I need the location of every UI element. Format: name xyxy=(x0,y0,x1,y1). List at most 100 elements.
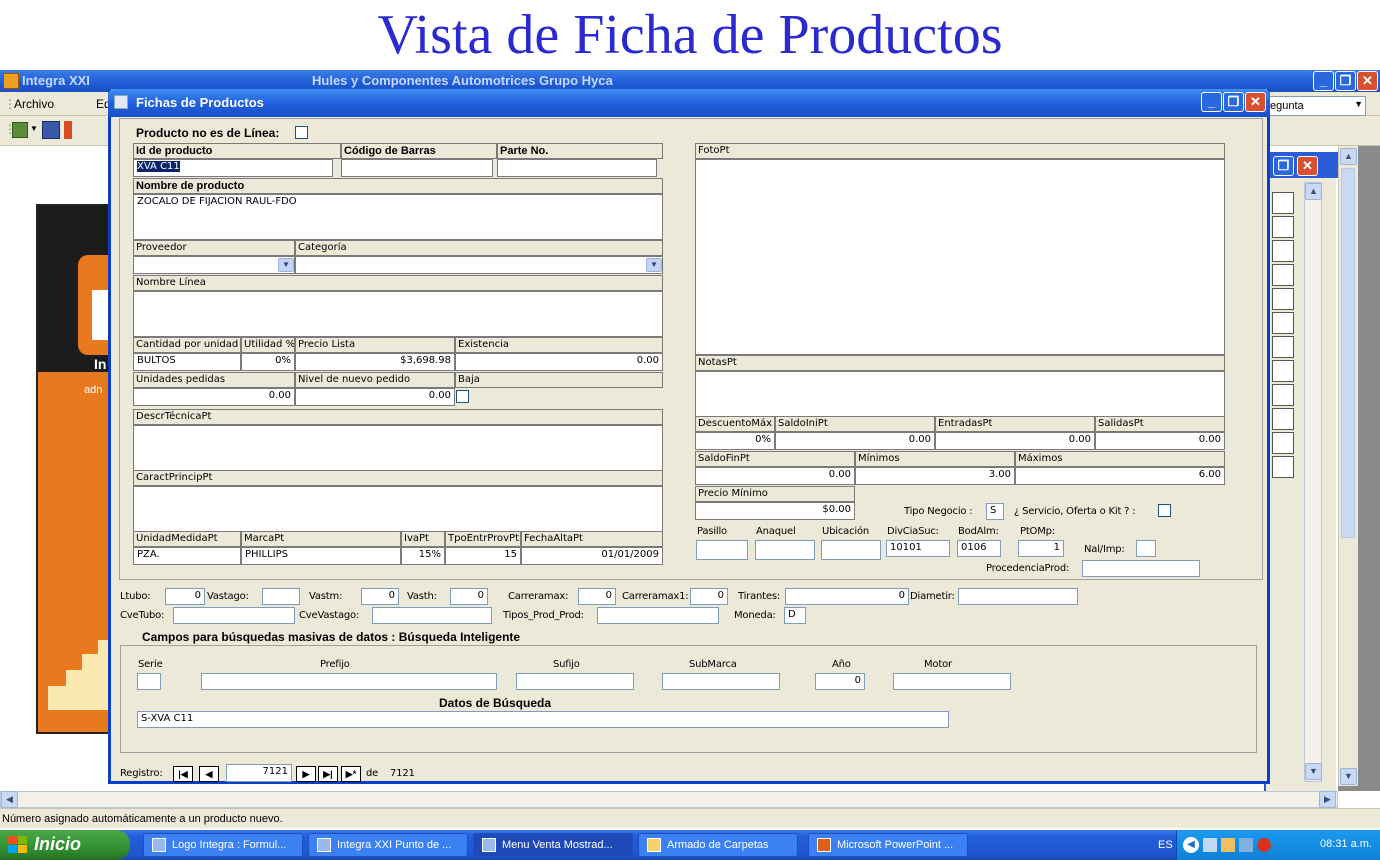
max-disc-field[interactable]: 0% xyxy=(695,432,775,450)
id-field[interactable]: XVA C11 xyxy=(133,159,333,177)
sufijo-field[interactable] xyxy=(516,673,634,690)
first-record-icon[interactable]: |◀ xyxy=(173,766,193,782)
minimize-icon[interactable]: _ xyxy=(1313,71,1334,91)
tech-desc-field[interactable] xyxy=(133,425,663,471)
list-price-field[interactable]: $3,698.98 xyxy=(295,353,455,371)
tirantes-field[interactable]: 0 xyxy=(785,588,909,605)
date-high-field[interactable]: 01/01/2009 xyxy=(521,547,663,565)
chevron-down-icon[interactable]: ▼ xyxy=(646,258,662,272)
start-button[interactable]: Inicio xyxy=(0,830,130,860)
scroll-thumb[interactable] xyxy=(1341,168,1355,538)
location-field[interactable] xyxy=(821,540,881,560)
security-icon[interactable] xyxy=(1257,838,1271,852)
task-armado-carpetas[interactable]: Armado de Carpetas xyxy=(638,833,798,857)
scroll-up-icon[interactable]: ▲ xyxy=(1340,148,1357,165)
carreramax-field[interactable]: 0 xyxy=(578,588,616,605)
notes-field[interactable] xyxy=(695,371,1225,417)
bg-restore-icon[interactable]: ❐ xyxy=(1273,156,1294,176)
bg-window-scrollbar[interactable]: ▲ ▼ xyxy=(1304,182,1322,782)
task-menu-venta[interactable]: Menu Venta Mostrad... xyxy=(473,833,633,857)
scroll-down-icon[interactable]: ▼ xyxy=(1305,763,1322,780)
unit-measure-field[interactable]: PZA. xyxy=(133,547,241,565)
bg-list-item[interactable] xyxy=(1272,264,1294,286)
bg-list-item[interactable] xyxy=(1272,216,1294,238)
bg-list-item[interactable] xyxy=(1272,288,1294,310)
clock[interactable]: 08:31 a.m. xyxy=(1320,838,1372,850)
moneda-field[interactable]: D xyxy=(784,607,806,624)
close-icon[interactable]: ✕ xyxy=(1245,92,1266,112)
shelf-field[interactable] xyxy=(755,540,815,560)
app-horizontal-scrollbar[interactable]: ◀ ▶ xyxy=(0,791,1338,808)
cvetubo-field[interactable] xyxy=(173,607,295,624)
iva-field[interactable]: 15% xyxy=(401,547,445,565)
aisle-field[interactable] xyxy=(696,540,748,560)
record-number-field[interactable]: 7121 xyxy=(226,764,292,782)
entries-field[interactable]: 0.00 xyxy=(935,432,1095,450)
vastago-field[interactable] xyxy=(262,588,300,605)
qty-unit-field[interactable]: BULTOS xyxy=(133,353,241,371)
final-bal-field[interactable]: 0.00 xyxy=(695,467,855,485)
exits-field[interactable]: 0.00 xyxy=(1095,432,1225,450)
bg-close-icon[interactable]: ✕ xyxy=(1297,156,1318,176)
toolbar-overflow-icon[interactable] xyxy=(64,121,72,139)
task-integra-xxi[interactable]: Integra XXI Punto de ... xyxy=(308,833,468,857)
brand-field[interactable]: PHILLIPS xyxy=(241,547,401,565)
vasth-field[interactable]: 0 xyxy=(450,588,488,605)
language-indicator[interactable]: ES xyxy=(1158,839,1173,851)
datos-busqueda-field[interactable]: S-XVA C11 xyxy=(137,711,949,728)
scroll-left-icon[interactable]: ◀ xyxy=(1,791,18,808)
bg-list-item[interactable] xyxy=(1272,312,1294,334)
dropdown-arrow-icon[interactable]: ▼ xyxy=(1354,99,1363,109)
dialog-titlebar[interactable]: Fichas de Productos _ ❐ ✕ xyxy=(108,89,1270,117)
delivery-field[interactable]: 15 xyxy=(445,547,521,565)
ptomp-field[interactable]: 1 xyxy=(1018,540,1064,557)
biz-type-field[interactable]: S xyxy=(986,503,1004,520)
service-checkbox[interactable] xyxy=(1158,504,1171,517)
no-line-checkbox[interactable] xyxy=(295,126,308,139)
tray-app-icon[interactable] xyxy=(1221,838,1235,852)
procedence-field[interactable] xyxy=(1082,560,1200,577)
min-price-field[interactable]: $0.00 xyxy=(695,502,855,520)
provider-select[interactable] xyxy=(133,256,295,274)
prev-record-icon[interactable]: ◀ xyxy=(199,766,219,782)
divcia-field[interactable]: 10101 xyxy=(886,540,950,557)
restore-icon[interactable]: ❐ xyxy=(1335,71,1356,91)
next-record-icon[interactable]: ▶ xyxy=(296,766,316,782)
bg-list-item[interactable] xyxy=(1272,336,1294,358)
new-record-icon[interactable]: ▶* xyxy=(341,766,361,782)
app-vertical-scrollbar[interactable]: ▲ ▼ xyxy=(1338,146,1358,786)
view-dropdown-icon[interactable]: ▼ xyxy=(30,124,38,133)
minimize-icon[interactable]: _ xyxy=(1201,92,1222,112)
line-name-field[interactable] xyxy=(133,291,663,337)
save-icon[interactable] xyxy=(42,121,60,139)
task-logo-integra[interactable]: Logo Integra : Formul... xyxy=(143,833,303,857)
serie-field[interactable] xyxy=(137,673,161,690)
carreramax1-field[interactable]: 0 xyxy=(690,588,728,605)
network-icon[interactable] xyxy=(1203,838,1217,852)
maximums-field[interactable]: 6.00 xyxy=(1015,467,1225,485)
init-bal-field[interactable]: 0.00 xyxy=(775,432,935,450)
bg-list-item[interactable] xyxy=(1272,408,1294,430)
name-field[interactable]: ZOCALO DE FIJACION RAUL-FDO xyxy=(133,194,663,240)
question-box[interactable]: egunta ▼ xyxy=(1266,96,1366,116)
tipos-field[interactable] xyxy=(597,607,719,624)
bodalm-field[interactable]: 0106 xyxy=(957,540,1001,557)
last-record-icon[interactable]: ▶| xyxy=(318,766,338,782)
scroll-right-icon[interactable]: ▶ xyxy=(1319,791,1336,808)
photo-field[interactable] xyxy=(695,159,1225,355)
chevron-down-icon[interactable]: ▼ xyxy=(278,258,294,272)
nalimp-field[interactable] xyxy=(1136,540,1156,557)
bg-list-item[interactable] xyxy=(1272,384,1294,406)
scroll-up-icon[interactable]: ▲ xyxy=(1305,183,1322,200)
view-icon[interactable] xyxy=(12,122,28,138)
main-feat-field[interactable] xyxy=(133,486,663,532)
cvevastago-field[interactable] xyxy=(372,607,492,624)
close-icon[interactable]: ✕ xyxy=(1357,71,1378,91)
stock-field[interactable]: 0.00 xyxy=(455,353,663,371)
bg-list-item[interactable] xyxy=(1272,456,1294,478)
bg-list-item[interactable] xyxy=(1272,360,1294,382)
scroll-down-icon[interactable]: ▼ xyxy=(1340,768,1357,785)
minimums-field[interactable]: 3.00 xyxy=(855,467,1015,485)
bg-list-item[interactable] xyxy=(1272,192,1294,214)
vastm-field[interactable]: 0 xyxy=(361,588,399,605)
